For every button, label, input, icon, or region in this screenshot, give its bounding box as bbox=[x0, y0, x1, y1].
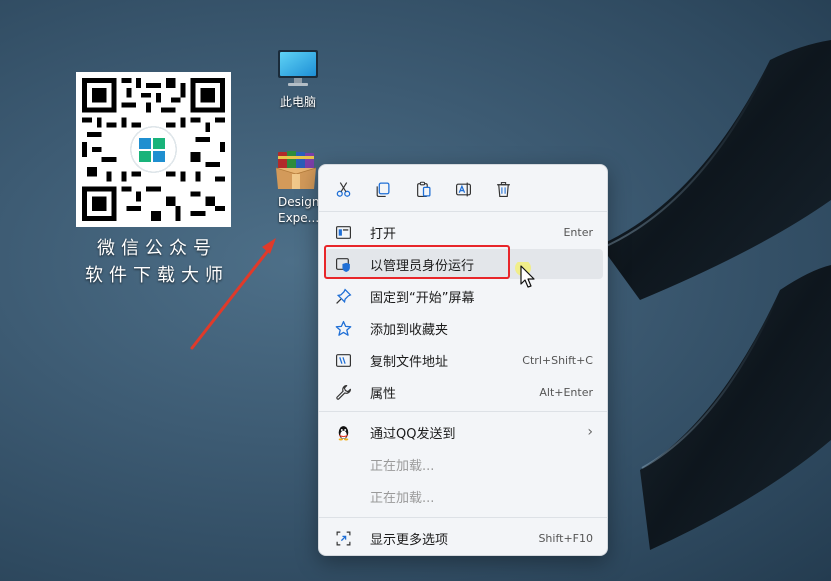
submenu-chevron-icon: › bbox=[587, 424, 593, 440]
menu-item-label: 正在加载... bbox=[370, 458, 435, 474]
menu-item-run-as-admin[interactable]: 以管理员身份运行 bbox=[325, 249, 603, 279]
menu-item-label: 以管理员身份运行 bbox=[370, 258, 475, 274]
rename-icon bbox=[455, 182, 471, 196]
desktop-icon-this-pc[interactable]: 此电脑 bbox=[263, 48, 333, 110]
copy-path-icon bbox=[334, 351, 352, 369]
wrench-icon bbox=[334, 383, 352, 401]
menu-item-label: 正在加载... bbox=[370, 490, 435, 506]
winrar-archive-icon bbox=[275, 151, 317, 189]
menu-separator bbox=[319, 517, 607, 518]
empty-icon-slot bbox=[334, 487, 352, 505]
shield-icon bbox=[334, 255, 352, 273]
menu-separator bbox=[319, 411, 607, 412]
computer-monitor-icon bbox=[278, 50, 318, 86]
delete-button[interactable] bbox=[491, 177, 515, 201]
copy-icon bbox=[376, 181, 390, 197]
mouse-cursor-icon bbox=[515, 262, 535, 288]
menu-item-label: 复制文件地址 bbox=[370, 354, 449, 370]
rename-button[interactable] bbox=[451, 177, 475, 201]
qr-caption-line1: 微信公众号 bbox=[97, 238, 217, 259]
desktop-icon-label: 此电脑 bbox=[279, 95, 316, 109]
menu-item-label: 添加到收藏夹 bbox=[370, 322, 449, 338]
desktop-icon-label-line1: Design bbox=[278, 195, 320, 209]
copy-button[interactable] bbox=[370, 177, 394, 201]
qq-penguin-icon bbox=[334, 423, 352, 441]
cut-button[interactable] bbox=[331, 177, 355, 201]
menu-item-open[interactable]: 打开 Enter bbox=[325, 217, 603, 247]
menu-item-copy-file-path[interactable]: 复制文件地址 Ctrl+Shift+C bbox=[325, 345, 603, 375]
menu-item-add-to-favorites[interactable]: 添加到收藏夹 bbox=[325, 313, 603, 343]
menu-item-send-via-qq[interactable]: 通过QQ发送到 › bbox=[325, 417, 603, 447]
star-icon bbox=[334, 319, 352, 337]
more-options-icon bbox=[334, 529, 352, 547]
desktop: 微信公众号 软件下载大师 此电脑 Design Expe... 打开 Enter… bbox=[0, 0, 831, 581]
context-menu-toolbar bbox=[319, 165, 607, 212]
menu-item-pin-to-start[interactable]: 固定到“开始”屏幕 bbox=[325, 281, 603, 311]
qr-caption-line2: 软件下载大师 bbox=[85, 265, 229, 286]
menu-item-shortcut: Shift+F10 bbox=[538, 531, 593, 545]
scissors-icon bbox=[336, 181, 350, 197]
menu-item-label: 打开 bbox=[370, 226, 397, 242]
menu-item-properties[interactable]: 属性 Alt+Enter bbox=[325, 377, 603, 407]
paste-button[interactable] bbox=[411, 177, 435, 201]
pin-icon bbox=[334, 287, 352, 305]
menu-item-loading: 正在加载... bbox=[325, 449, 603, 479]
desktop-icon-design-expert[interactable]: Design Expe... bbox=[266, 148, 322, 226]
qr-code-image bbox=[82, 78, 225, 221]
menu-item-label: 显示更多选项 bbox=[370, 532, 449, 548]
paste-icon bbox=[416, 181, 431, 197]
qr-code-card bbox=[76, 72, 231, 227]
empty-icon-slot bbox=[334, 455, 352, 473]
menu-item-shortcut: Enter bbox=[563, 225, 593, 239]
open-icon bbox=[334, 223, 352, 241]
context-menu: 打开 Enter 以管理员身份运行 固定到“开始”屏幕 添加到收藏夹 复制文件地… bbox=[318, 164, 608, 556]
menu-item-shortcut: Alt+Enter bbox=[539, 385, 593, 399]
trash-icon bbox=[496, 181, 510, 197]
menu-item-show-more-options[interactable]: 显示更多选项 Shift+F10 bbox=[325, 523, 603, 553]
menu-item-label: 属性 bbox=[370, 386, 397, 402]
menu-item-loading: 正在加载... bbox=[325, 481, 603, 511]
menu-item-label: 固定到“开始”屏幕 bbox=[370, 290, 475, 306]
menu-item-shortcut: Ctrl+Shift+C bbox=[522, 353, 593, 367]
menu-item-label: 通过QQ发送到 bbox=[370, 426, 456, 442]
desktop-icon-label-line2: Expe... bbox=[278, 211, 320, 225]
